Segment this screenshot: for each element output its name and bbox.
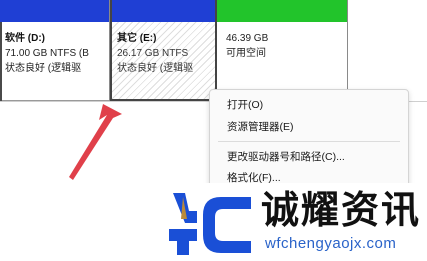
menu-item-explorer[interactable]: 资源管理器(E): [227, 119, 294, 134]
menu-item-change-drive-letter[interactable]: 更改驱动器号和路径(C)...: [227, 149, 345, 164]
yc-logo-icon: [169, 193, 251, 255]
watermark-title: 诚耀资讯: [261, 188, 422, 232]
watermark-url: wfchengyaojx.com: [265, 235, 397, 252]
menu-separator: [218, 141, 400, 142]
watermark: 诚耀资讯 wfchengyaojx.com: [163, 183, 427, 261]
menu-item-open[interactable]: 打开(O): [227, 97, 263, 112]
